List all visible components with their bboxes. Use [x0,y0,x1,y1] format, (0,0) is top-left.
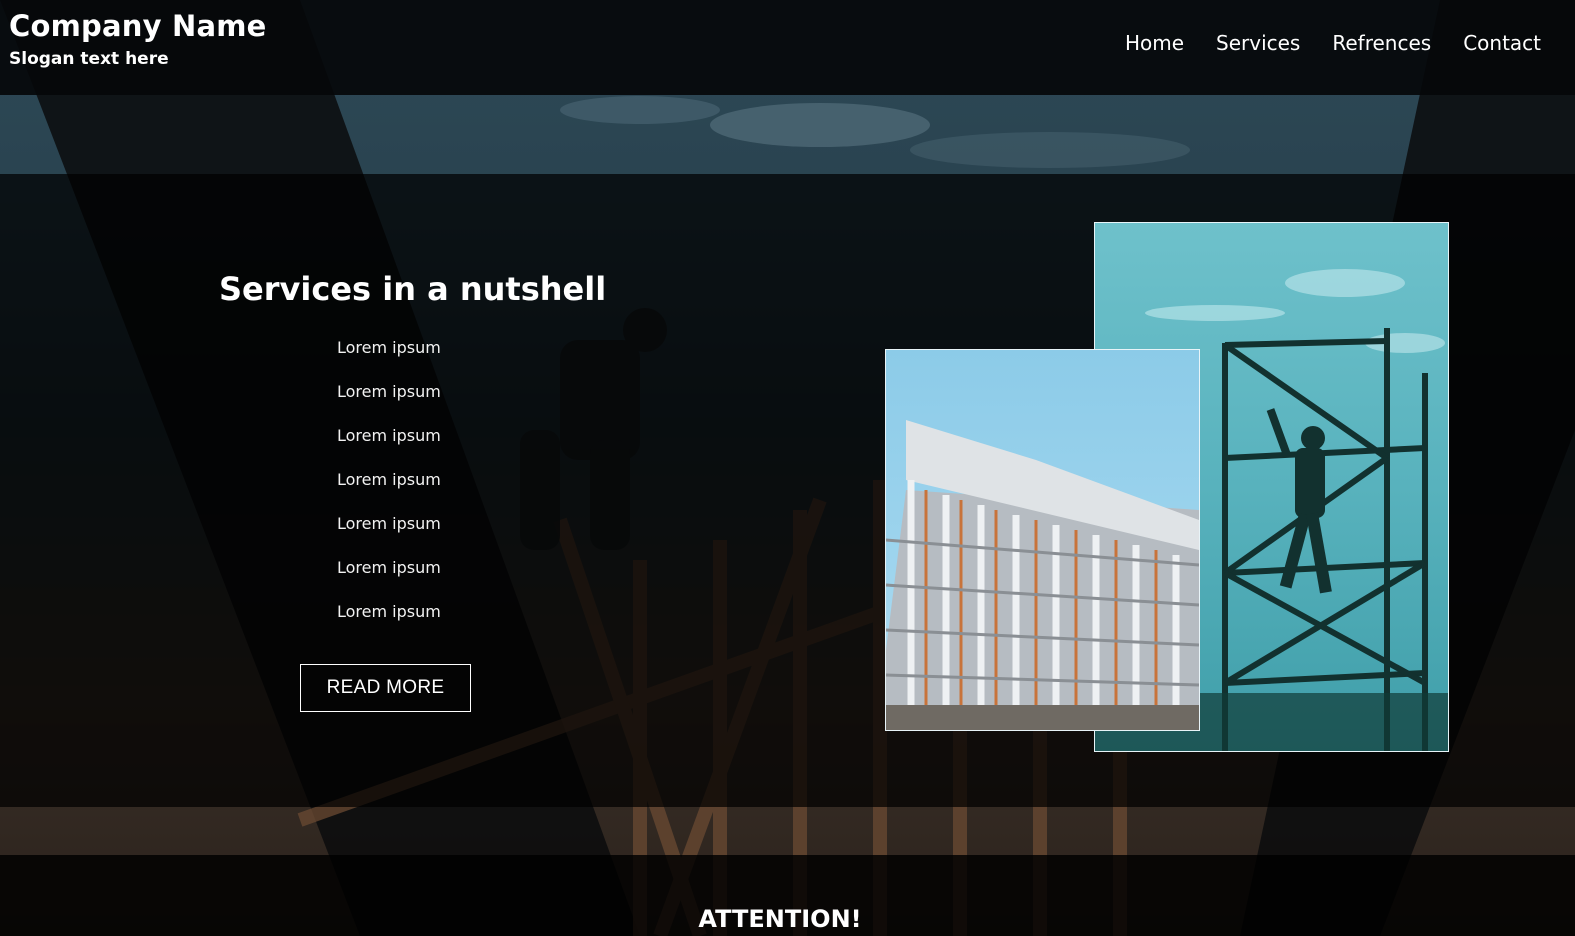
service-item: Lorem ipsum [337,514,441,533]
service-item: Lorem ipsum [337,426,441,445]
service-item: Lorem ipsum [337,602,441,621]
services-list: Lorem ipsum Lorem ipsum Lorem ipsum Lore… [337,337,441,645]
brand-block: Company Name Slogan text here [9,9,267,70]
attention-heading: ATTENTION! [698,905,862,933]
nav-link-home[interactable]: Home [1125,31,1184,55]
read-more-button[interactable]: READ MORE [300,664,471,712]
nav-link-contact[interactable]: Contact [1463,31,1541,55]
service-item: Lorem ipsum [337,338,441,357]
main-nav: Home Services Refrences Contact [1125,31,1541,55]
service-item: Lorem ipsum [337,558,441,577]
building-construction-photo [885,349,1200,731]
building-drawing [886,420,1199,730]
nav-link-references[interactable]: Refrences [1332,31,1431,55]
nav-link-services[interactable]: Services [1216,31,1300,55]
site-header: Company Name Slogan text here Home Servi… [0,0,1575,95]
company-slogan: Slogan text here [9,49,169,70]
page: Company Name Slogan text here Home Servi… [0,0,1575,936]
company-name[interactable]: Company Name [9,9,267,43]
service-item: Lorem ipsum [337,470,441,489]
service-item: Lorem ipsum [337,382,441,401]
services-title: Services in a nutshell [219,270,607,308]
